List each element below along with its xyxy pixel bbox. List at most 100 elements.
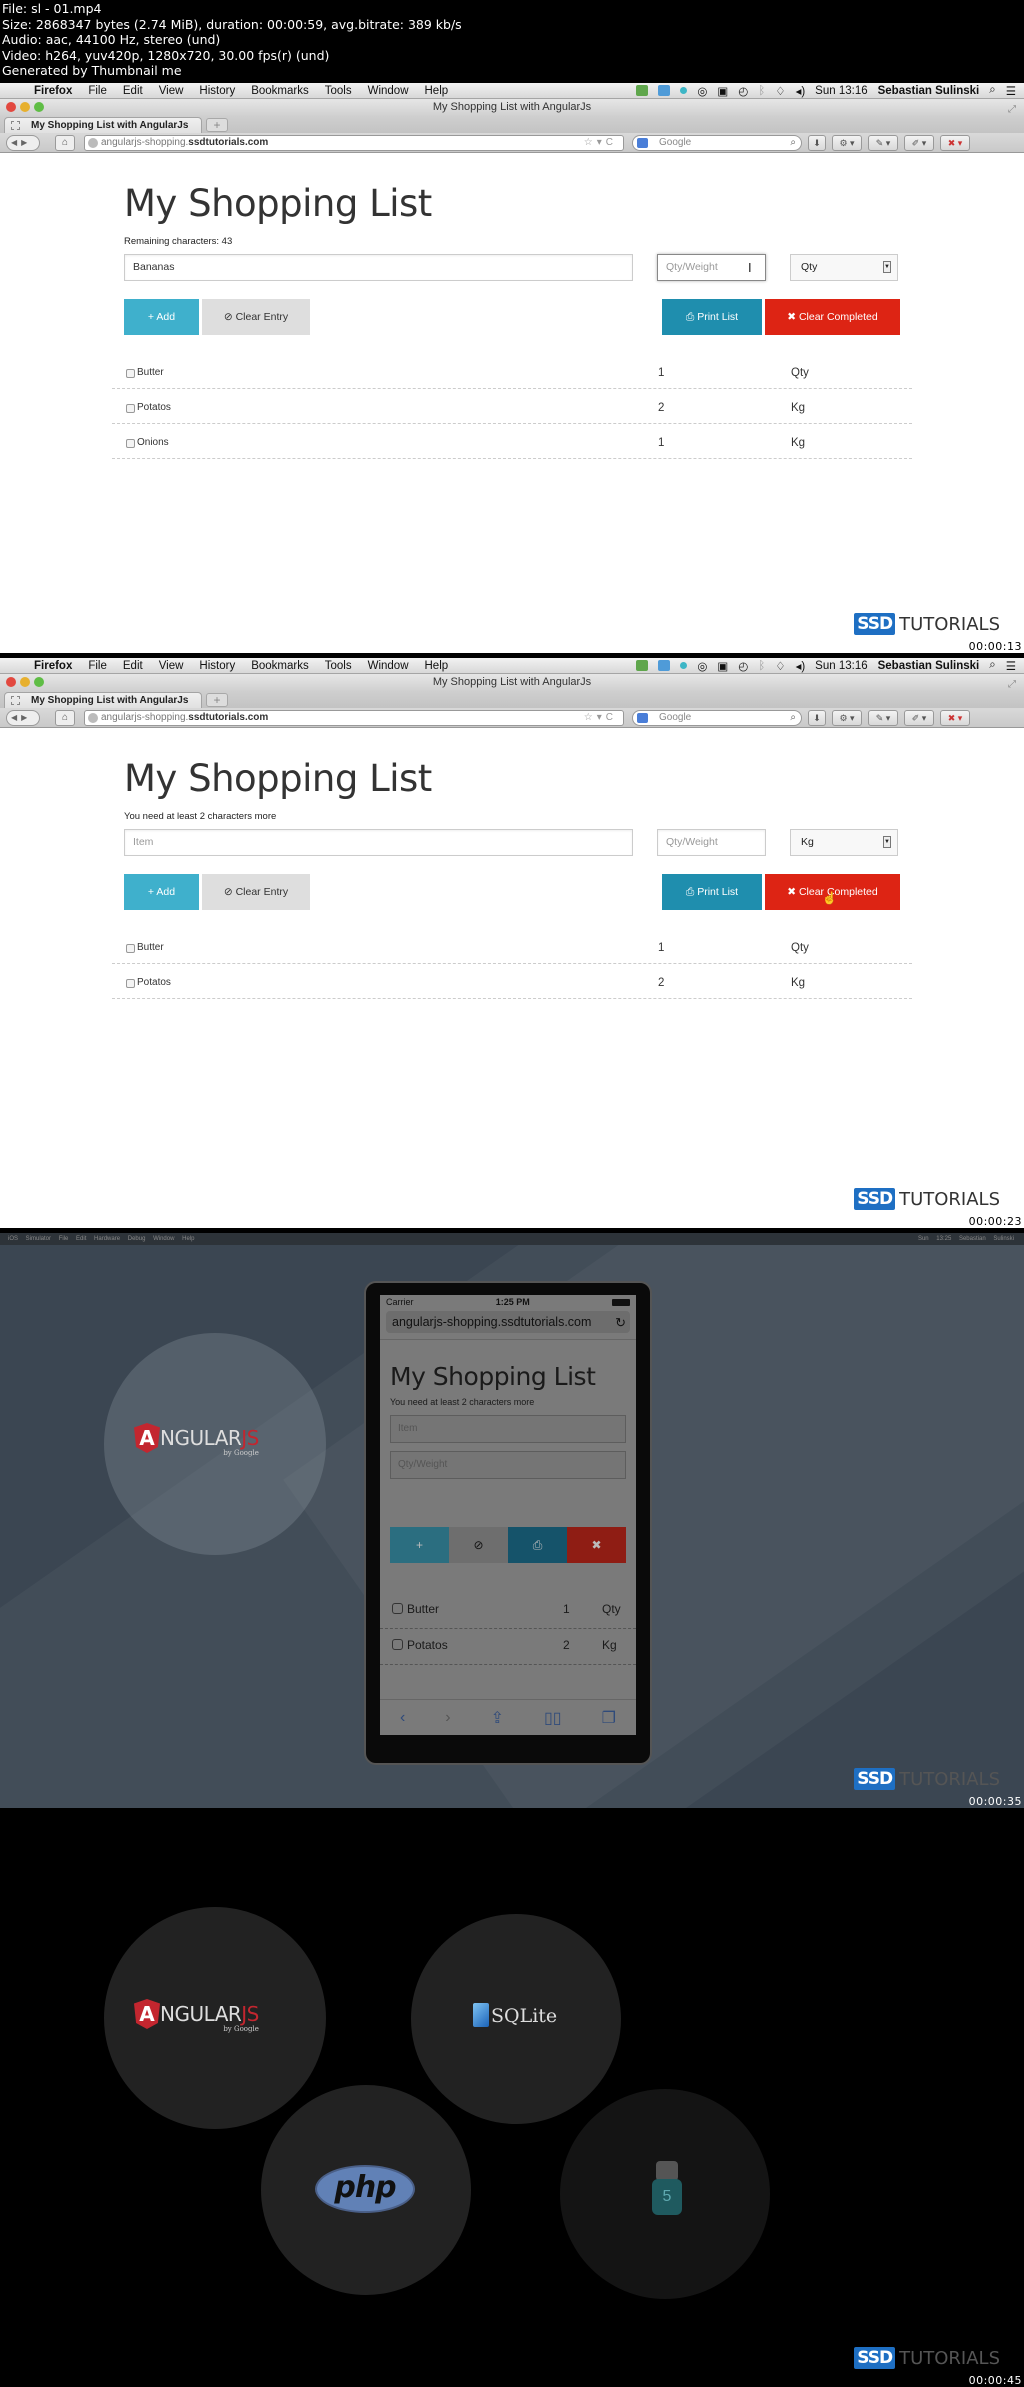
menu-bookmarks[interactable]: Bookmarks [251,85,309,97]
url-bar[interactable]: angularjs-shopping.ssdtutorials.com ☆▾C [84,710,624,726]
clear-completed-button[interactable]: ✖ Clear Completed [765,299,900,335]
add-button[interactable]: + [390,1527,449,1563]
browser-tab[interactable]: My Shopping List with AngularJs [4,117,202,133]
unit-select[interactable]: Qty ▼ [790,254,898,281]
search-icon[interactable]: ⌕ [790,711,796,725]
menu-window[interactable]: Window [368,85,409,97]
wifi-icon[interactable]: ♢ [775,84,785,98]
add-button[interactable]: + Add [124,874,199,910]
reload-icon[interactable]: ↻ [615,1315,626,1331]
url-bar[interactable]: angularjs-shopping.ssdtutorials.com ☆▾C [84,135,624,151]
status-dot-icon[interactable] [680,87,688,94]
item-checkbox[interactable] [126,979,135,988]
adblock-button[interactable]: ✖ ▾ [940,710,970,726]
print-list-button[interactable]: ⎙ Print List [662,874,762,910]
eyedropper-button[interactable]: ✐ ▾ [904,135,934,151]
qty-weight-input[interactable]: Qty/Weight [657,829,766,856]
unit-select[interactable]: Kg ▼ [790,829,898,856]
menu-file[interactable]: File [59,1236,69,1242]
menu-history[interactable]: History [199,660,235,672]
minimize-window-button[interactable] [20,677,30,687]
bluetooth-icon[interactable]: ᛒ [758,660,765,672]
menu-file[interactable]: File [88,85,107,97]
menu-tools[interactable]: Tools [325,85,352,97]
menu-view[interactable]: View [159,660,184,672]
adblock-button[interactable]: ✖ ▾ [940,135,970,151]
menu-debug[interactable]: Debug [128,1236,146,1242]
bookmark-reload-icons[interactable]: ☆▾C [584,711,617,725]
download-tray-icon[interactable] [636,660,649,671]
clear-entry-button[interactable]: ⊘ Clear Entry [202,874,310,910]
search-bar[interactable]: Google ⌕ [632,710,802,726]
menu-hardware[interactable]: Hardware [94,1236,120,1242]
item-checkbox[interactable] [392,1639,403,1650]
qty-weight-input[interactable]: Qty/Weight [390,1451,626,1479]
sync-tray-icon[interactable] [658,660,671,671]
zoom-window-button[interactable] [34,102,44,112]
print-list-button[interactable]: ⎙ [508,1527,567,1563]
print-list-button[interactable]: ⎙ Print List [662,299,762,335]
addon-button[interactable]: ✎ ▾ [868,135,898,151]
bookmarks-icon[interactable]: ▯▯ [544,1708,562,1728]
eyedropper-button[interactable]: ✐ ▾ [904,710,934,726]
bookmark-reload-icons[interactable]: ☆▾C [584,136,617,150]
item-checkbox[interactable] [126,369,135,378]
clock[interactable]: Sun 13:16 [815,660,867,672]
camera-icon[interactable]: ▣ [717,84,728,98]
camera-icon[interactable]: ▣ [717,659,728,673]
menu-file[interactable]: File [88,660,107,672]
back-forward-button[interactable]: ◀▶ [6,135,40,151]
downloads-button[interactable]: ⬇ [808,135,826,151]
user-name[interactable]: Sebastian Sulinski [878,85,980,97]
home-button[interactable]: ⌂ [55,710,75,726]
spotlight-icon[interactable]: ⌕ [989,659,995,672]
notification-center-icon[interactable]: ☰ [1006,84,1016,98]
item-input[interactable]: Item [390,1415,626,1443]
item-checkbox[interactable] [126,439,135,448]
menu-help[interactable]: Help [425,660,449,672]
creative-cloud-icon[interactable]: ◎ [697,84,707,98]
time-machine-icon[interactable]: ◴ [738,84,748,98]
menu-help[interactable]: Help [425,85,449,97]
tabs-icon[interactable]: ❐ [602,1708,616,1728]
settings-button[interactable]: ⚙ ▾ [832,710,862,726]
notification-center-icon[interactable]: ☰ [1006,659,1016,673]
clear-completed-button[interactable]: ✖ [567,1527,626,1563]
addon-button[interactable]: ✎ ▾ [868,710,898,726]
item-input[interactable]: Item [124,829,633,856]
sync-tray-icon[interactable] [658,85,671,96]
menu-app[interactable]: Firefox [34,660,72,672]
close-window-button[interactable] [6,677,16,687]
wifi-icon[interactable]: ♢ [775,659,785,673]
status-dot-icon[interactable] [680,662,688,669]
menu-edit[interactable]: Edit [76,1236,86,1242]
item-input[interactable]: Bananas [124,254,633,281]
menu-app[interactable]: Firefox [34,85,72,97]
clock[interactable]: Sun 13:25 [918,1236,951,1242]
spotlight-icon[interactable]: ⌕ [989,84,995,97]
creative-cloud-icon[interactable]: ◎ [697,659,707,673]
clear-entry-button[interactable]: ⊘ [449,1527,508,1563]
clear-entry-button[interactable]: ⊘ Clear Entry [202,299,310,335]
back-forward-button[interactable]: ◀▶ [6,710,40,726]
add-button[interactable]: + Add [124,299,199,335]
user-name[interactable]: Sebastian Sulinski [959,1236,1014,1242]
item-checkbox[interactable] [392,1603,403,1614]
menu-app[interactable]: iOS Simulator [8,1236,51,1242]
menu-view[interactable]: View [159,85,184,97]
bluetooth-icon[interactable]: ᛒ [758,85,765,97]
menu-history[interactable]: History [199,85,235,97]
menu-help[interactable]: Help [182,1236,194,1242]
volume-icon[interactable]: ◂) [796,84,806,98]
download-tray-icon[interactable] [636,85,649,96]
downloads-button[interactable]: ⬇ [808,710,826,726]
user-name[interactable]: Sebastian Sulinski [878,660,980,672]
minimize-window-button[interactable] [20,102,30,112]
menu-window[interactable]: Window [153,1236,174,1242]
new-tab-button[interactable]: + [206,693,228,707]
time-machine-icon[interactable]: ◴ [738,659,748,673]
forward-icon[interactable]: › [445,1709,450,1727]
settings-button[interactable]: ⚙ ▾ [832,135,862,151]
menu-edit[interactable]: Edit [123,85,143,97]
share-icon[interactable]: ⇪ [491,1708,504,1728]
